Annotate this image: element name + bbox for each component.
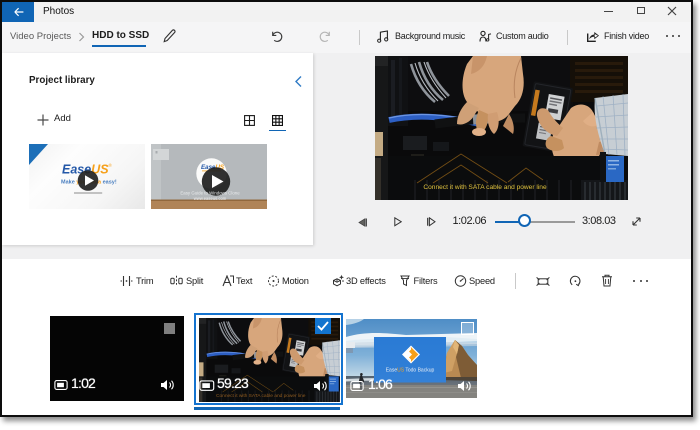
svg-text:®: ® [109, 162, 113, 168]
svg-text:www.easeus.com: www.easeus.com [194, 196, 227, 201]
svg-text:Connect it with SATA cable and: Connect it with SATA cable and power lin… [423, 184, 547, 191]
svg-text:Easy Guide to Windows Clone: Easy Guide to Windows Clone [180, 191, 240, 196]
svg-text:EaseUS Todo Backup: EaseUS Todo Backup [386, 368, 435, 374]
